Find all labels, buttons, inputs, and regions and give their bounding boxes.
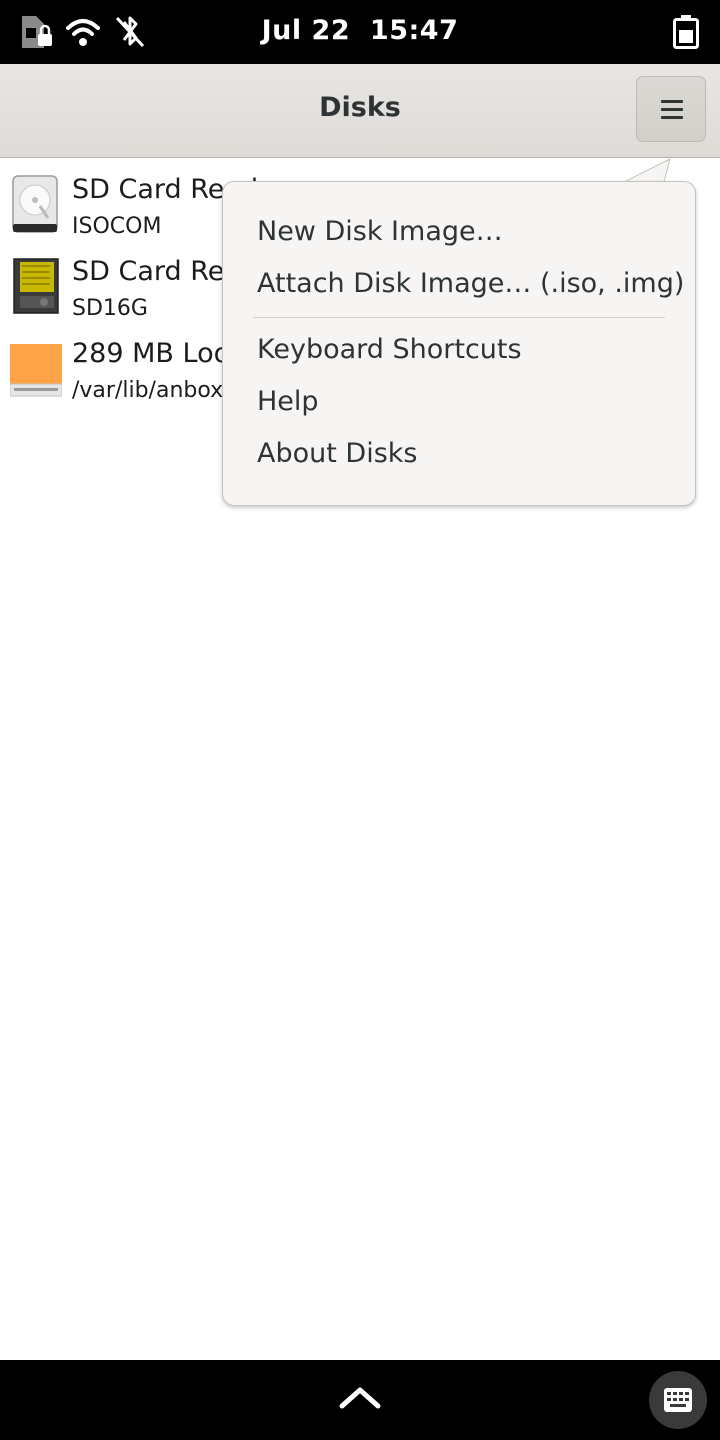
sd-card-icon — [10, 256, 62, 316]
hamburger-menu-icon — [661, 100, 683, 124]
popover-arrow — [624, 158, 671, 183]
loop-device-icon — [9, 338, 63, 398]
keyboard-icon — [664, 1388, 692, 1412]
chevron-up-icon[interactable] — [338, 1384, 382, 1410]
menu-separator — [253, 317, 665, 318]
disk-subtitle: ISOCOM — [72, 214, 162, 239]
main-menu-popover: New Disk Image… Attach Disk Image… (.iso… — [222, 181, 696, 506]
menu-item-attach-disk-image[interactable]: Attach Disk Image… (.iso, .img) — [257, 268, 684, 299]
status-bar: Jul 22 15:47 — [0, 0, 720, 64]
menu-item-new-disk-image[interactable]: New Disk Image… — [257, 216, 503, 247]
status-date: Jul 22 — [261, 15, 351, 46]
bottom-bar — [0, 1360, 720, 1440]
status-clock: Jul 22 15:47 — [0, 15, 720, 46]
menu-item-keyboard-shortcuts[interactable]: Keyboard Shortcuts — [257, 334, 522, 365]
status-time: 15:47 — [369, 15, 459, 46]
battery-icon — [672, 14, 700, 54]
page-title: Disks — [319, 92, 401, 123]
header-bar: Disks — [0, 64, 720, 158]
disk-subtitle: /var/lib/anbox — [72, 378, 224, 403]
menu-item-about-disks[interactable]: About Disks — [257, 438, 417, 469]
menu-item-help[interactable]: Help — [257, 386, 319, 417]
hard-disk-icon — [10, 174, 62, 234]
keyboard-toggle-button[interactable] — [649, 1371, 707, 1429]
main-menu-button[interactable] — [636, 76, 706, 142]
disk-subtitle: SD16G — [72, 296, 148, 321]
